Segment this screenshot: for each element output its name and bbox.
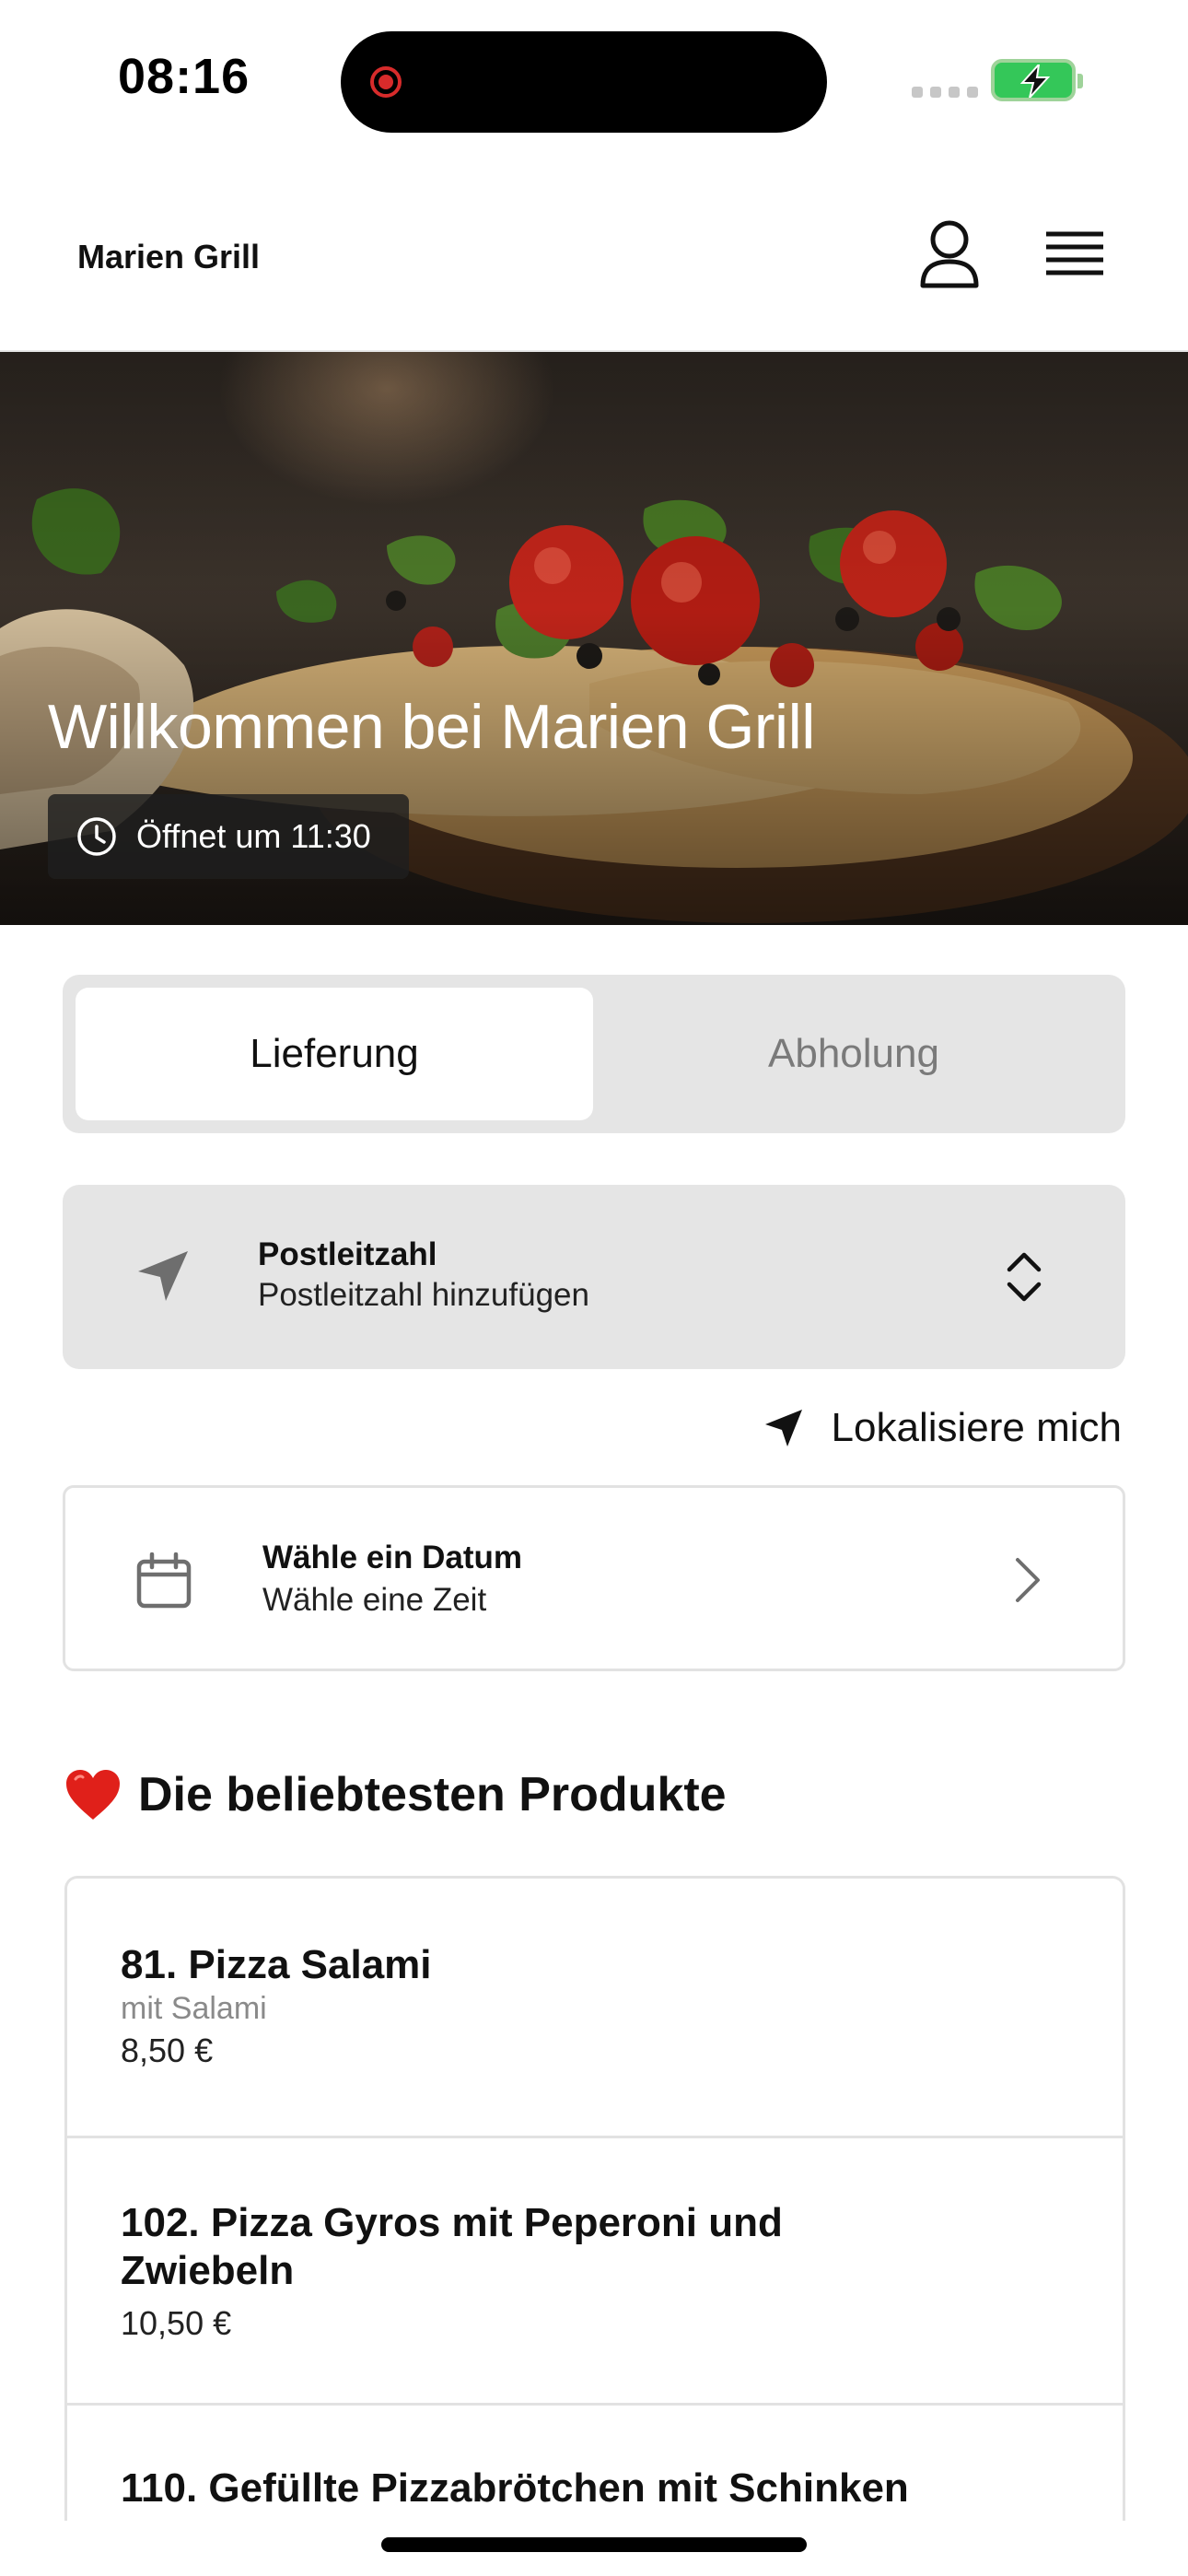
app-header: Marien Grill (0, 166, 1188, 352)
hero-title: Willkommen bei Marien Grill (48, 692, 815, 762)
heart-icon (66, 1770, 120, 1820)
product-card[interactable]: 110. Gefüllte Pizzabrötchen mit Schinken (67, 2406, 1123, 2521)
tab-pickup[interactable]: Abholung (595, 988, 1112, 1120)
hero-banner: Willkommen bei Marien Grill Öffnet um 11… (0, 352, 1188, 925)
chevron-right-icon (1016, 1558, 1040, 1602)
calendar-icon (136, 1552, 192, 1609)
opening-hours-text: Öffnet um 11:30 (136, 817, 371, 855)
product-price: 8,50 € (121, 2032, 214, 2069)
locate-me-label: Lokalisiere mich (831, 1405, 1122, 1450)
status-time: 08:16 (118, 49, 250, 104)
product-description: mit Salami (121, 1991, 267, 2026)
date-time-picker[interactable]: Wähle ein Datum Wähle eine Zeit (63, 1485, 1125, 1671)
product-name: 102. Pizza Gyros mit Peperoni und Zwiebe… (121, 2200, 783, 2293)
popular-products-heading: Die beliebtesten Produkte (64, 1767, 727, 1822)
clock-icon (77, 817, 116, 856)
menu-icon[interactable] (1042, 228, 1107, 284)
dynamic-island (341, 31, 827, 133)
app-screen: 08:16 Marien Grill Willkommen bei Marien… (0, 0, 1188, 2576)
order-mode-toggle: Lieferung Abholung (63, 975, 1125, 1133)
postcode-value: Postleitzahl hinzufügen (258, 1277, 589, 1313)
postcode-label: Postleitzahl (258, 1236, 437, 1272)
product-list: 81. Pizza Salami mit Salami 8,50 € 102. … (64, 1876, 1125, 2521)
opening-hours-badge: Öffnet um 11:30 (48, 794, 409, 879)
signal-icon (912, 87, 978, 98)
product-name: 81. Pizza Salami (121, 1942, 432, 1987)
time-label: Wähle eine Zeit (262, 1582, 487, 1618)
postcode-selector[interactable]: Postleitzahl Postleitzahl hinzufügen (63, 1185, 1125, 1369)
date-label: Wähle ein Datum (262, 1540, 522, 1575)
record-icon (370, 66, 402, 98)
location-arrow-icon (764, 1410, 802, 1446)
up-down-chevron-icon (1007, 1252, 1042, 1302)
product-name: 110. Gefüllte Pizzabrötchen mit Schinken (121, 2465, 909, 2511)
section-title: Die beliebtesten Produkte (138, 1768, 727, 1821)
battery-icon (991, 59, 1083, 101)
locate-me-button[interactable]: Lokalisiere mich (763, 1400, 1122, 1456)
home-indicator[interactable] (381, 2537, 807, 2552)
status-bar: 08:16 (0, 0, 1188, 166)
brand-title[interactable]: Marien Grill (77, 238, 260, 276)
location-arrow-icon (138, 1251, 188, 1301)
product-card[interactable]: 81. Pizza Salami mit Salami 8,50 € (67, 1879, 1123, 2138)
product-card[interactable]: 102. Pizza Gyros mit Peperoni und Zwiebe… (67, 2138, 1123, 2406)
product-price: 10,50 € (121, 2304, 232, 2342)
tab-delivery[interactable]: Lieferung (76, 988, 593, 1120)
profile-icon[interactable] (917, 219, 982, 293)
